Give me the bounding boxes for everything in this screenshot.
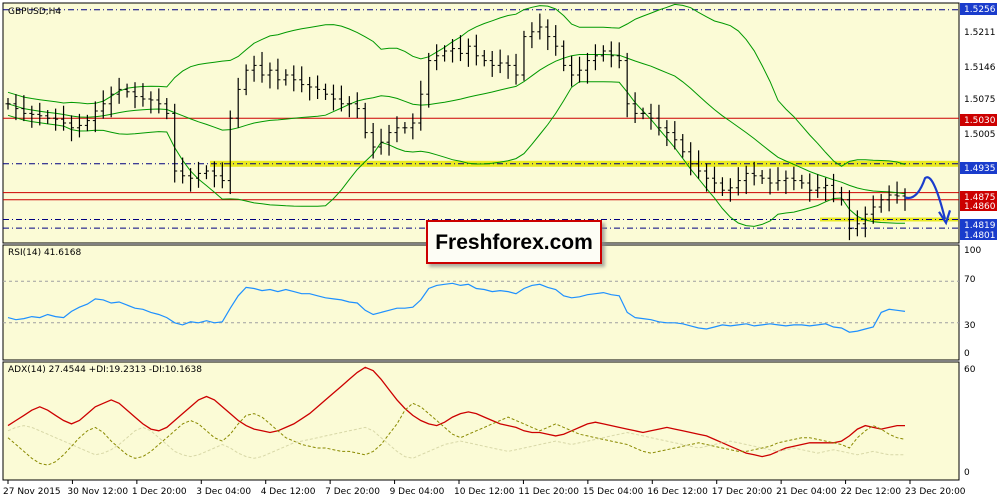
time-label: 15 Dec 04:00: [583, 487, 644, 497]
price-tag: 1.5005: [964, 130, 996, 140]
time-axis: 27 Nov 2015 30 Nov 12:00 1 Dec 20:00 3 Dec …: [3, 480, 966, 497]
time-label: 9 Dec 04:00: [390, 487, 445, 497]
rsi-panel-title: RSI(14) 41.6168: [8, 248, 81, 258]
watermark-box: Freshforex.com: [426, 220, 602, 264]
time-label: 11 Dec 20:00: [518, 487, 579, 497]
time-label: 17 Dec 20:00: [712, 487, 773, 497]
price-tag: 1.5075: [964, 95, 996, 105]
watermark-text: Freshforex.com: [435, 231, 593, 254]
time-label: 23 Dec 20:00: [905, 487, 966, 497]
time-label: 10 Dec 12:00: [454, 487, 515, 497]
time-label: 22 Dec 12:00: [841, 487, 902, 497]
rsi-axis: 100 70 30 0: [964, 246, 981, 359]
time-label: 16 Dec 12:00: [647, 487, 708, 497]
adx-panel: [2, 361, 960, 481]
rsi-tick: 70: [964, 275, 976, 285]
adx-axis: 60 0: [964, 365, 976, 478]
adx-tick: 0: [964, 468, 970, 478]
rsi-tick: 0: [964, 349, 970, 359]
price-tag: 1.5146: [964, 63, 996, 73]
price-tag: 1.5256: [964, 5, 996, 15]
rsi-tick: 100: [964, 246, 981, 256]
price-tag: 1.5030: [964, 116, 996, 126]
rsi-tick: 30: [964, 321, 976, 331]
price-panel: [2, 2, 960, 244]
time-label: 21 Dec 04:00: [776, 487, 837, 497]
adx-tick: 60: [964, 365, 976, 375]
price-tag: 1.4935: [964, 164, 996, 174]
time-label: 7 Dec 20:00: [325, 487, 380, 497]
price-tag: 1.5211: [964, 28, 996, 38]
time-label: 3 Dec 04:00: [196, 487, 251, 497]
price-tag: 1.4801: [964, 231, 996, 241]
price-tag: 1.4860: [964, 202, 996, 212]
adx-panel-title: ADX(14) 27.4544 +DI:19.2313 -DI:10.1638: [8, 365, 202, 375]
time-label: 1 Dec 20:00: [132, 487, 187, 497]
price-axis: 1.5256 1.5211 1.5146 1.5075 1.5030 1.500…: [960, 3, 997, 241]
time-label: 27 Nov 2015: [3, 487, 61, 497]
price-panel-title: GBPUSD,H4: [8, 7, 61, 17]
time-label: 4 Dec 12:00: [261, 487, 316, 497]
time-label: 30 Nov 12:00: [67, 487, 128, 497]
chart-canvas: GBPUSD,H4 RSI(14) 41.6168 ADX(14) 27.454…: [2, 2, 997, 497]
